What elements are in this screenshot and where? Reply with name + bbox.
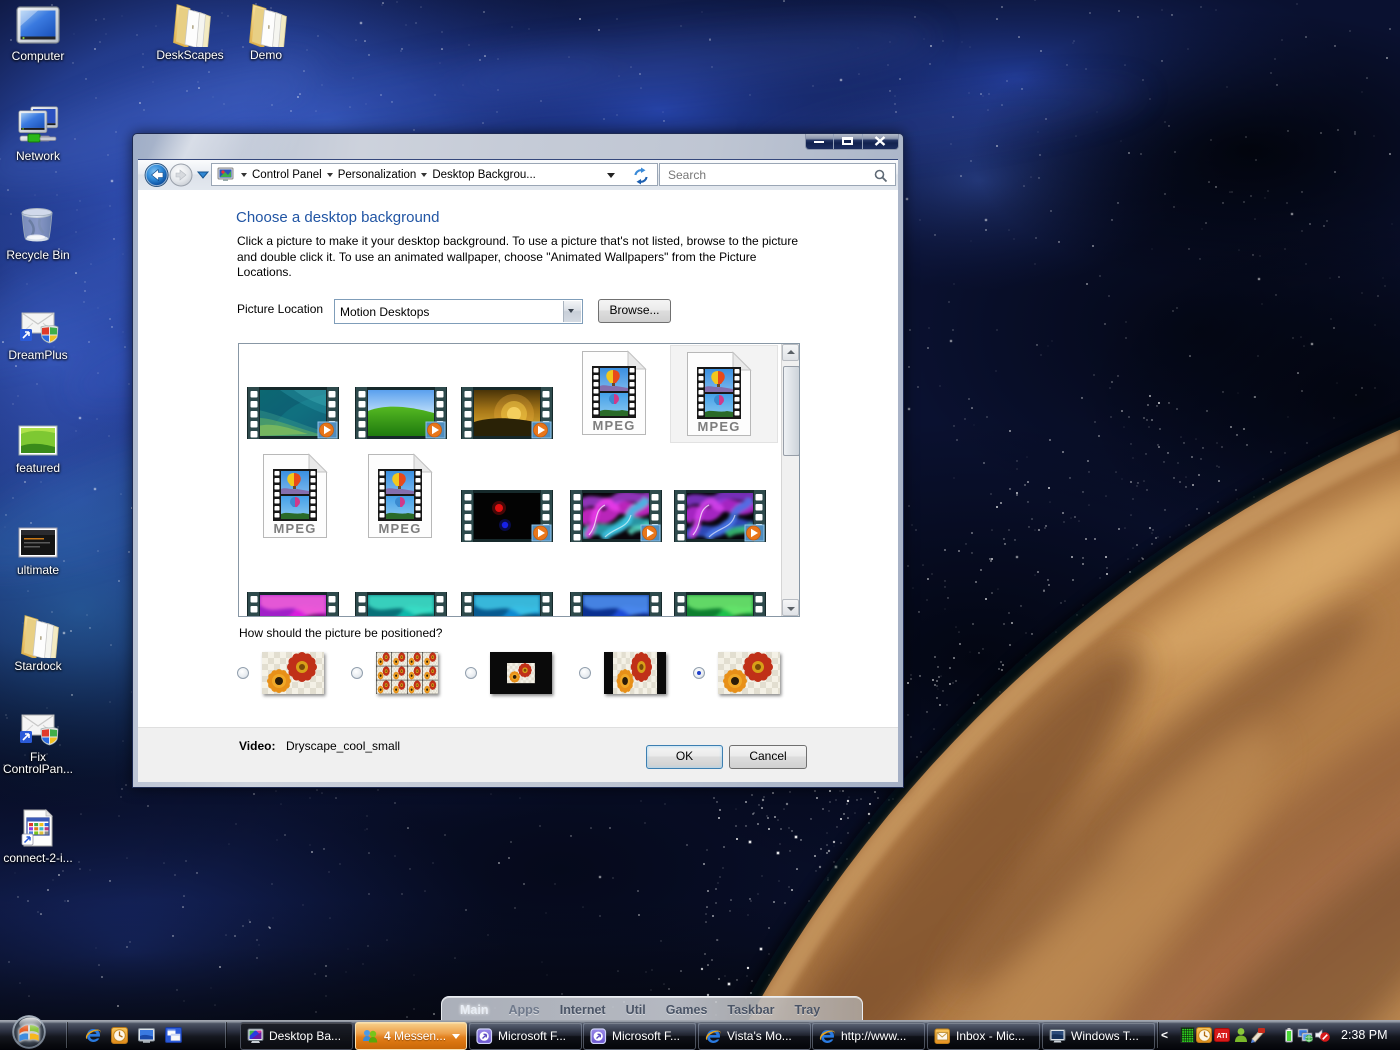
svg-text:MPEG: MPEG — [273, 521, 316, 536]
svg-text:MPEG: MPEG — [592, 418, 635, 433]
svg-text:MPEG: MPEG — [697, 419, 740, 434]
svg-text:MPEG: MPEG — [378, 521, 421, 536]
svg-text:ATI: ATI — [1217, 1033, 1228, 1040]
